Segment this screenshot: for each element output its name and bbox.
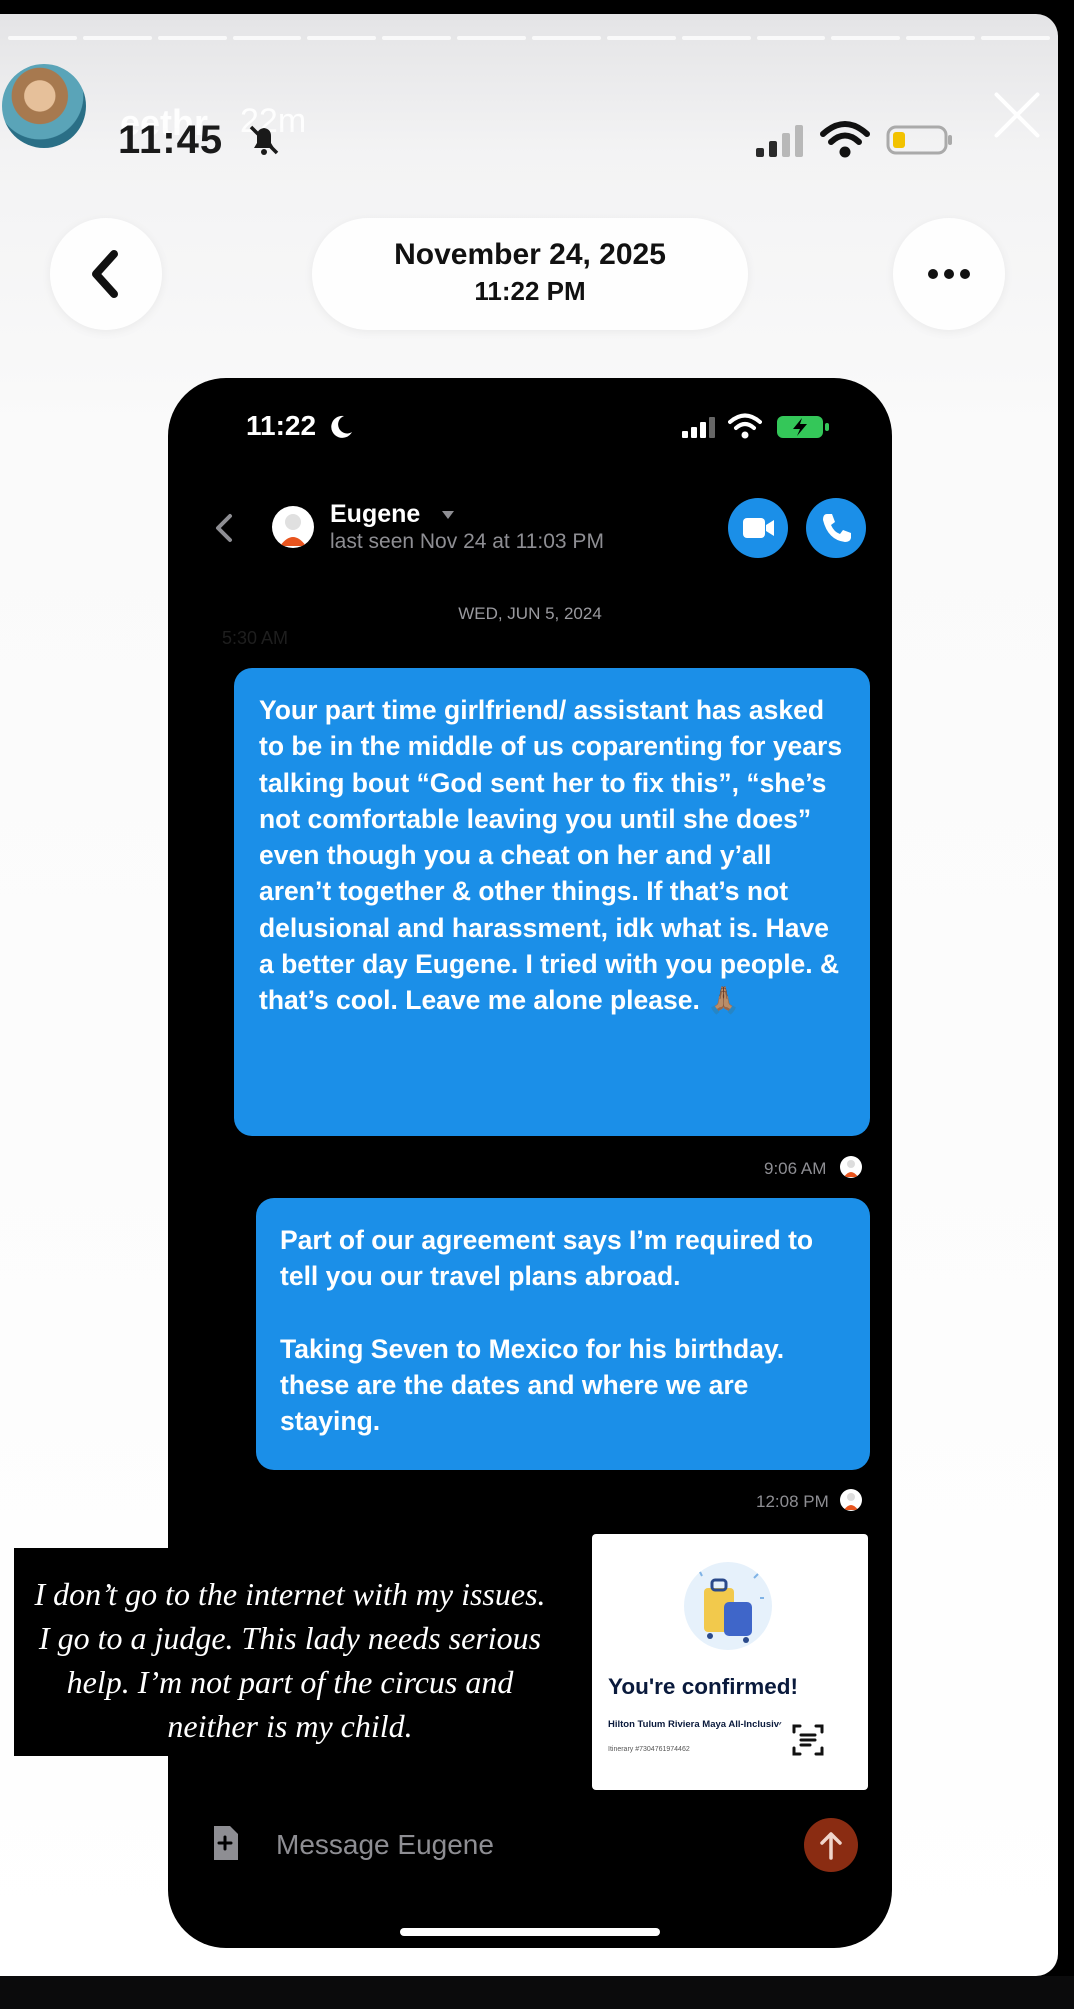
back-chevron-icon (92, 250, 118, 298)
date-pill: November 24, 2025 11:22 PM (312, 218, 748, 330)
story-text-overlay: I don’t go to the internet with my issue… (14, 1548, 566, 1756)
status-time: 11:45 (118, 118, 224, 162)
contact-avatar[interactable] (272, 506, 314, 548)
back-button[interactable] (50, 218, 162, 330)
confirmation-title: You're confirmed! (608, 1674, 798, 1699)
send-button[interactable] (804, 1818, 858, 1872)
phone-signal-icon (682, 417, 715, 438)
message-text: Your part time girlfriend/ assistant has… (259, 695, 850, 1016)
read-receipt-avatar (840, 1156, 862, 1178)
story-progress-bar (0, 36, 1058, 40)
close-icon[interactable] (992, 90, 1042, 140)
bottom-strip (0, 1976, 1074, 2009)
video-call-button[interactable] (728, 498, 788, 558)
video-call-icon (743, 518, 774, 538)
wifi-icon (820, 121, 870, 158)
message-input[interactable] (274, 1822, 738, 1868)
phone-wifi-icon (728, 413, 762, 439)
faint-timestamp: 5:30 AM (222, 628, 289, 648)
contact-last-seen: last seen Nov 24 at 11:03 PM (330, 530, 604, 553)
message-time: 9:06 AM (764, 1159, 827, 1178)
bell-slash-icon (249, 125, 279, 155)
moon-icon (331, 415, 352, 438)
header-date: November 24, 2025 (394, 238, 666, 271)
scan-text-icon (792, 1724, 824, 1756)
attachment-icon[interactable] (210, 1824, 240, 1862)
phone-call-icon (823, 514, 851, 542)
story-frame: eethr 22m 11:45 November 24, 2025 11:22 … (0, 14, 1058, 1976)
message-bubble[interactable]: Part of our agreement says I’m required … (256, 1198, 870, 1470)
battery-icon (886, 125, 952, 155)
home-indicator (400, 1928, 660, 1936)
signal-icon (756, 125, 803, 157)
scan-text-button[interactable] (776, 1708, 840, 1772)
story-avatar[interactable] (2, 64, 86, 148)
pray-emoji: 🙏🏽 (707, 985, 741, 1016)
date-separator: WED, JUN 5, 2024 (458, 604, 602, 623)
more-icon (928, 269, 970, 279)
header-time: 11:22 PM (474, 276, 586, 306)
phone-status-time: 11:22 (246, 410, 317, 441)
voice-call-button[interactable] (806, 498, 866, 558)
read-receipt-avatar (840, 1489, 862, 1511)
contact-name[interactable]: Eugene (330, 500, 420, 529)
message-bubble[interactable]: Your part time girlfriend/ assistant has… (234, 668, 870, 1136)
message-time: 12:08 PM (756, 1492, 829, 1511)
chat-back-icon[interactable] (212, 508, 238, 548)
luggage-illustration (684, 1562, 772, 1650)
send-arrow-icon (820, 1832, 842, 1860)
confirmation-itinerary: Itinerary #7304761974462 (608, 1746, 690, 1753)
more-button[interactable] (893, 218, 1005, 330)
phone-battery-icon (777, 416, 829, 438)
chevron-down-icon[interactable] (440, 508, 456, 522)
